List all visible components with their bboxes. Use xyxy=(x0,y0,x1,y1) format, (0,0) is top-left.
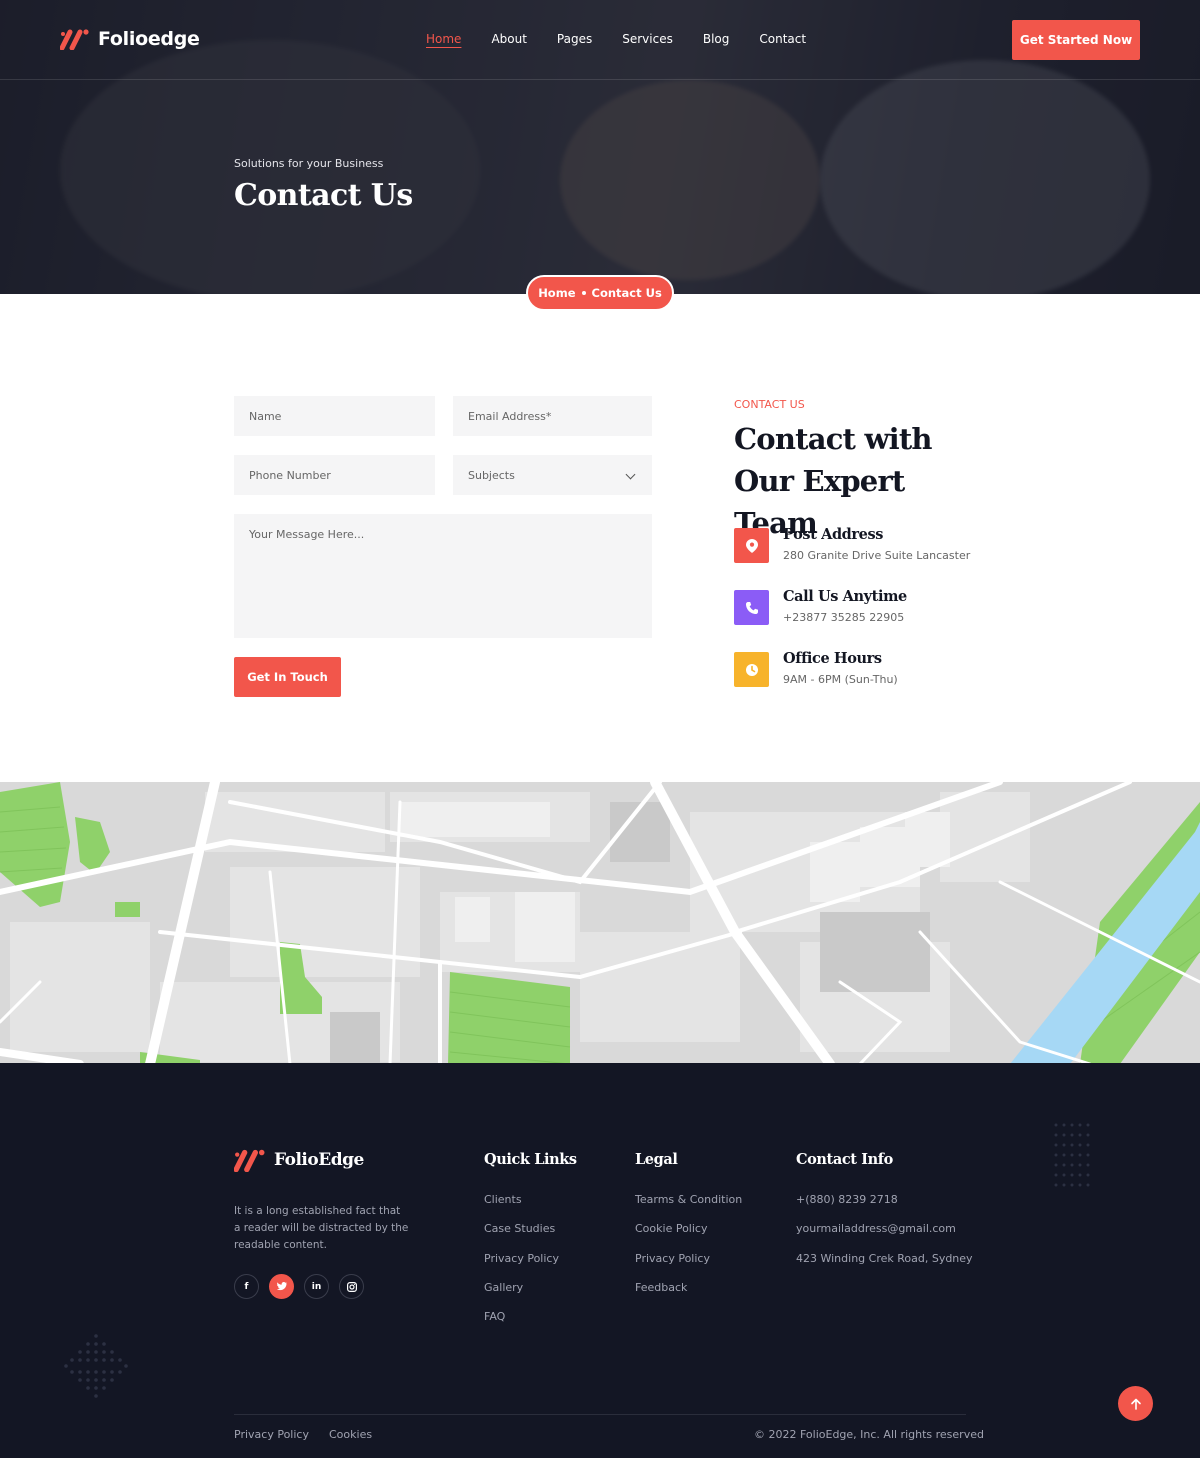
nav-home[interactable]: Home xyxy=(426,32,461,46)
contact-info-heading: Contact Info xyxy=(796,1151,893,1168)
twitter-icon[interactable] xyxy=(269,1274,294,1299)
location-pin-icon xyxy=(734,528,769,563)
get-in-touch-button[interactable]: Get In Touch xyxy=(234,657,341,697)
subject-selected: Subjects xyxy=(468,468,515,482)
name-placeholder: Name xyxy=(249,409,282,423)
map-illustration xyxy=(0,782,1200,1064)
nav-services[interactable]: Services xyxy=(622,32,673,46)
email-input[interactable]: Email Address* xyxy=(453,396,652,436)
breadcrumb: Home Contact Us xyxy=(526,275,674,311)
info-office-hours: Office Hours 9AM - 6PM (Sun-Thu) xyxy=(734,650,898,687)
footer-link-faq[interactable]: FAQ xyxy=(484,1310,505,1323)
footer-email[interactable]: yourmailaddress@gmail.com xyxy=(796,1222,956,1235)
bottom-link-privacy[interactable]: Privacy Policy xyxy=(234,1428,309,1441)
logo-text: Folioedge xyxy=(98,28,200,50)
footer-link-cookie-policy[interactable]: Cookie Policy xyxy=(635,1222,707,1235)
message-placeholder: Your Message Here... xyxy=(249,528,365,541)
page-title: Contact Us xyxy=(234,178,413,213)
footer-link-terms[interactable]: Tearms & Condition xyxy=(635,1193,742,1206)
footer-link-gallery[interactable]: Gallery xyxy=(484,1281,523,1294)
phone-placeholder: Phone Number xyxy=(249,468,331,482)
bottom-link-cookies[interactable]: Cookies xyxy=(329,1428,372,1441)
get-started-button[interactable]: Get Started Now xyxy=(1012,20,1140,60)
footer-link-feedback[interactable]: Feedback xyxy=(635,1281,687,1294)
footer-link-legal-privacy[interactable]: Privacy Policy xyxy=(635,1252,710,1265)
site-logo[interactable]: Folioedge xyxy=(60,28,200,50)
footer-brand-name: FolioEdge xyxy=(274,1150,364,1170)
phone-input[interactable]: Phone Number xyxy=(234,455,435,495)
info-text: +23877 35285 22905 xyxy=(783,611,905,624)
footer-description: It is a long established fact that a rea… xyxy=(234,1205,409,1251)
hero-banner: Folioedge Home About Pages Services Blog… xyxy=(0,0,1200,294)
nav-pages[interactable]: Pages xyxy=(557,32,592,46)
logo-icon xyxy=(234,1149,265,1172)
dot-pattern-decoration xyxy=(1054,1123,1090,1187)
info-title: Post Address xyxy=(783,526,884,543)
quick-links-heading: Quick Links xyxy=(484,1151,577,1168)
dot-pattern-decoration xyxy=(64,1334,128,1398)
main-nav: Home About Pages Services Blog Contact xyxy=(426,32,806,46)
message-textarea[interactable]: Your Message Here... xyxy=(234,514,652,638)
footer-link-privacy-policy[interactable]: Privacy Policy xyxy=(484,1252,559,1265)
footer-link-clients[interactable]: Clients xyxy=(484,1193,522,1206)
info-text: 280 Granite Drive Suite Lancaster xyxy=(783,549,971,562)
clock-icon xyxy=(734,652,769,687)
nav-about[interactable]: About xyxy=(491,32,526,46)
instagram-icon[interactable] xyxy=(339,1274,364,1299)
footer-link-case-studies[interactable]: Case Studies xyxy=(484,1222,555,1235)
footer-phone[interactable]: +(880) 8239 2718 xyxy=(796,1193,898,1206)
nav-blog[interactable]: Blog xyxy=(703,32,730,46)
info-call: Call Us Anytime +23877 35285 22905 xyxy=(734,588,907,625)
scroll-to-top-button[interactable] xyxy=(1118,1386,1153,1421)
arrow-up-icon xyxy=(1130,1398,1141,1410)
email-placeholder: Email Address* xyxy=(468,409,552,423)
breadcrumb-separator xyxy=(581,291,586,295)
logo-icon xyxy=(60,29,89,50)
footer-divider xyxy=(234,1414,966,1415)
subject-select[interactable]: Subjects xyxy=(453,455,652,495)
nav-contact[interactable]: Contact xyxy=(759,32,806,46)
contact-tag: CONTACT US xyxy=(734,398,805,411)
footer-address: 423 Winding Crek Road, Sydney xyxy=(796,1252,973,1265)
breadcrumb-home[interactable]: Home xyxy=(538,286,575,300)
info-title: Office Hours xyxy=(783,650,882,667)
phone-icon xyxy=(734,590,769,625)
linkedin-icon[interactable]: in xyxy=(304,1274,329,1299)
site-header: Folioedge Home About Pages Services Blog… xyxy=(0,0,1200,80)
site-footer xyxy=(0,1063,1200,1458)
info-text: 9AM - 6PM (Sun-Thu) xyxy=(783,673,898,686)
info-post-address: Post Address 280 Granite Drive Suite Lan… xyxy=(734,526,971,563)
facebook-icon[interactable]: f xyxy=(234,1274,259,1299)
footer-logo[interactable]: FolioEdge xyxy=(234,1148,364,1172)
info-title: Call Us Anytime xyxy=(783,588,907,605)
hero-subtitle: Solutions for your Business xyxy=(234,157,384,170)
location-map[interactable] xyxy=(0,782,1200,1064)
name-input[interactable]: Name xyxy=(234,396,435,436)
legal-heading: Legal xyxy=(635,1151,678,1168)
chevron-down-icon xyxy=(625,469,636,480)
copyright: © 2022 FolioEdge, Inc. All rights reserv… xyxy=(754,1428,984,1441)
breadcrumb-current: Contact Us xyxy=(591,286,662,300)
